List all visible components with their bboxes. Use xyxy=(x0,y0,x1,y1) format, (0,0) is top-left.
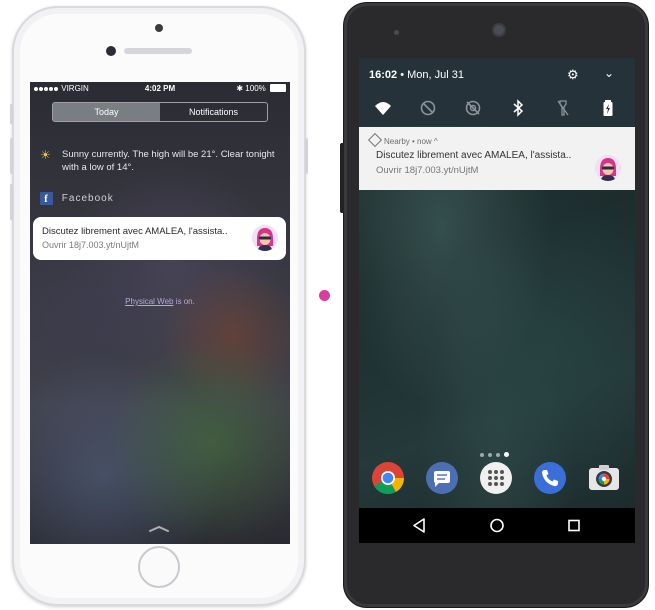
sun-icon: ☀ xyxy=(40,148,51,162)
battery-icon[interactable] xyxy=(599,99,617,117)
power-button xyxy=(340,143,344,213)
notification-source: Nearby • now ^ xyxy=(367,132,438,148)
home-icon[interactable] xyxy=(482,508,512,543)
volume-up-button xyxy=(10,138,13,174)
android-navigation-bar xyxy=(359,508,635,543)
app-drawer-icon[interactable] xyxy=(479,461,513,495)
amalea-avatar-icon xyxy=(595,155,621,181)
wifi-icon[interactable] xyxy=(374,99,392,117)
ios-notification-center: VIRGIN 4:02 PM ✱ 100% Today Notification… xyxy=(30,82,290,544)
bluetooth-icon[interactable] xyxy=(509,99,527,117)
proximity-sensor xyxy=(155,24,163,32)
grabber-handle-icon[interactable] xyxy=(148,525,170,533)
chevron-down-icon[interactable]: ⌄ xyxy=(604,66,614,80)
ios-notification-card[interactable]: Discutez librement avec AMALEA, l'assist… xyxy=(33,217,286,260)
battery-icon xyxy=(270,84,286,92)
page-dot xyxy=(496,453,500,457)
phone-icon[interactable] xyxy=(533,461,567,495)
light-sensor xyxy=(394,30,399,35)
nearby-icon xyxy=(367,132,383,148)
battery-status: ✱ 100% xyxy=(236,82,286,96)
weather-text: Sunny currently. The high will be 21°. C… xyxy=(62,149,275,173)
weather-widget: ☀ Sunny currently. The high will be 21°.… xyxy=(40,148,280,174)
home-button[interactable] xyxy=(138,546,180,588)
facebook-logo-icon: f xyxy=(40,192,53,205)
separator-dot xyxy=(319,290,330,301)
page-dot xyxy=(488,453,492,457)
physical-web-status: Physical Web is on. xyxy=(125,297,195,306)
notification-subtitle: Ouvrir 18j7.003.yt/nUjtM xyxy=(42,240,140,250)
qs-time-date: 16:02 • Mon, Jul 31 xyxy=(369,69,464,81)
ios-segmented-tabs: Today Notifications xyxy=(52,102,268,122)
android-notification-card[interactable]: Nearby • now ^ Discutez librement avec A… xyxy=(359,127,635,190)
bluetooth-icon: ✱ xyxy=(236,84,244,93)
flashlight-icon[interactable] xyxy=(554,99,572,117)
facebook-section-header: f Facebook xyxy=(40,192,114,206)
android-screen: 16:02 • Mon, Jul 31 ⚙ ⌄ Nearby • now ^ D… xyxy=(359,58,635,543)
physical-web-link[interactable]: Physical Web xyxy=(125,297,173,306)
gear-icon[interactable]: ⚙ xyxy=(567,67,579,83)
notification-title: Discutez librement avec AMALEA, l'assist… xyxy=(376,150,572,161)
power-button xyxy=(305,138,308,174)
back-icon[interactable] xyxy=(405,508,435,543)
camera-icon[interactable] xyxy=(587,461,621,495)
volume-down-button xyxy=(10,184,13,220)
earpiece-speaker xyxy=(124,48,192,54)
home-page-indicator xyxy=(480,444,513,462)
facebook-label: Facebook xyxy=(61,193,114,204)
amalea-avatar-icon xyxy=(252,225,278,251)
front-camera xyxy=(492,23,506,37)
android-device: 16:02 • Mon, Jul 31 ⚙ ⌄ Nearby • now ^ D… xyxy=(340,2,649,608)
tab-today[interactable]: Today xyxy=(53,103,160,121)
notification-title: Discutez librement avec AMALEA, l'assist… xyxy=(42,226,228,237)
recents-icon[interactable] xyxy=(559,508,589,543)
do-not-disturb-icon[interactable] xyxy=(419,99,437,117)
app-dock xyxy=(359,461,635,501)
chrome-icon[interactable] xyxy=(371,461,405,495)
messages-icon[interactable] xyxy=(425,461,459,495)
mute-switch xyxy=(10,104,13,124)
quick-settings-tiles xyxy=(359,99,635,117)
tab-notifications[interactable]: Notifications xyxy=(160,103,267,121)
quick-settings-panel: 16:02 • Mon, Jul 31 ⚙ ⌄ xyxy=(359,58,635,126)
iphone-device: VIRGIN 4:02 PM ✱ 100% Today Notification… xyxy=(10,6,308,606)
notification-subtitle: Ouvrir 18j7.003.yt/nUjtM xyxy=(376,165,479,176)
front-camera xyxy=(106,46,116,56)
page-dot xyxy=(480,453,484,457)
page-dot-active xyxy=(504,452,509,457)
location-off-icon[interactable] xyxy=(464,99,482,117)
ios-status-bar: VIRGIN 4:02 PM ✱ 100% xyxy=(30,82,290,96)
